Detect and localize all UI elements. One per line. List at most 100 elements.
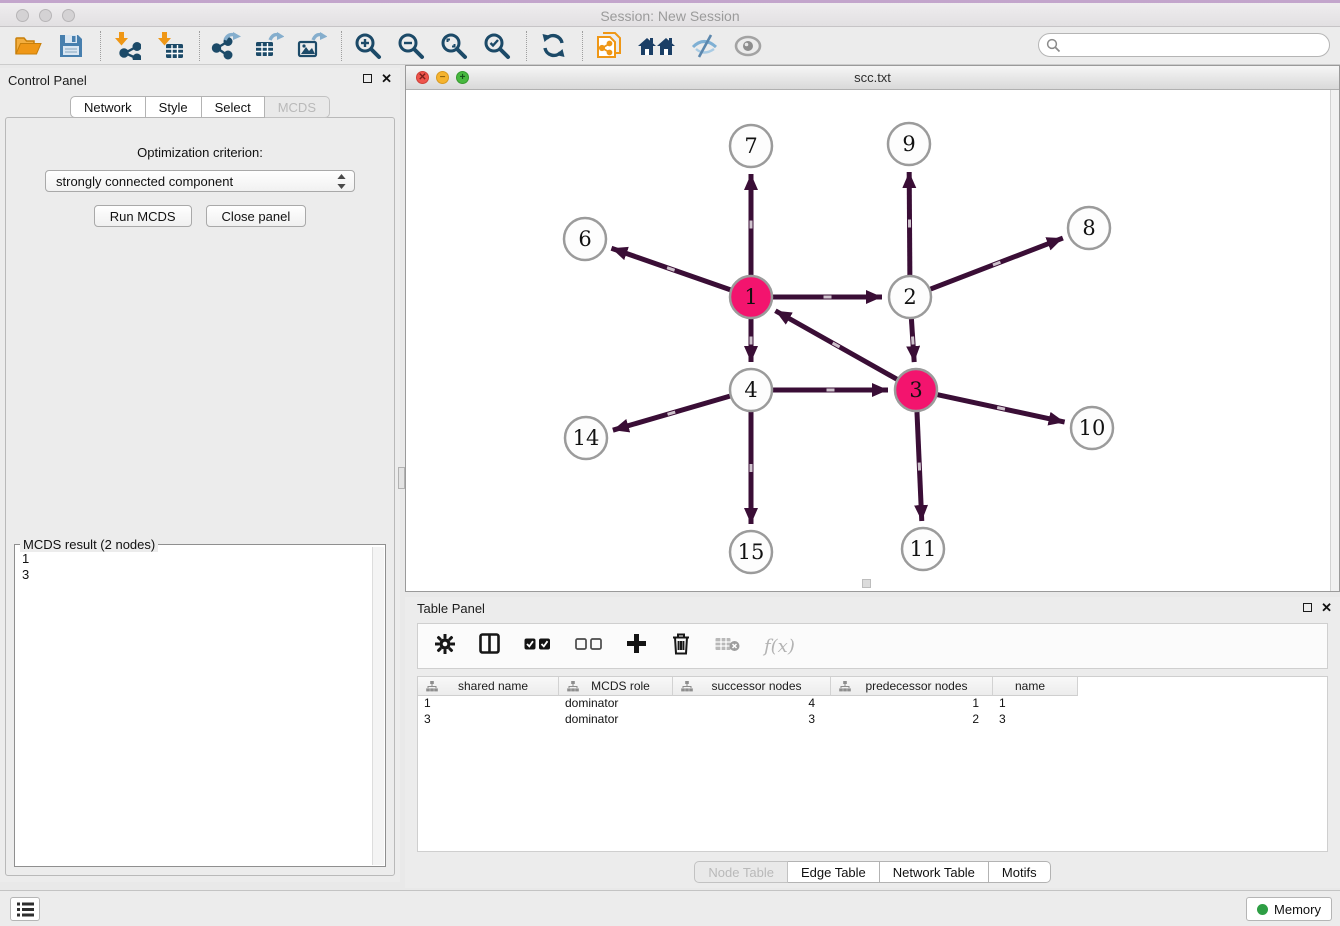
- column-header-shared-name[interactable]: shared name: [418, 677, 559, 696]
- result-line: 3: [22, 567, 371, 583]
- network-window-titlebar[interactable]: ✕ − + scc.txt: [406, 66, 1339, 90]
- tab-style[interactable]: Style: [146, 96, 202, 118]
- search-icon: [1046, 38, 1061, 53]
- column-header-mcds-role[interactable]: MCDS role: [559, 677, 673, 696]
- open-session-icon[interactable]: [12, 30, 44, 62]
- criterion-select[interactable]: strongly connected component: [45, 170, 355, 192]
- search-field[interactable]: [1038, 33, 1330, 57]
- edge-label-mark: [824, 296, 832, 299]
- import-network-icon[interactable]: [111, 30, 143, 62]
- table-cell[interactable]: 3: [993, 712, 1078, 728]
- task-history-button[interactable]: [10, 897, 40, 921]
- status-bar: Memory: [0, 890, 1340, 926]
- table-row[interactable]: 1dominator411: [418, 696, 1327, 712]
- table-cell[interactable]: 3: [673, 712, 831, 728]
- memory-label: Memory: [1274, 902, 1321, 917]
- main-toolbar: [0, 27, 1340, 65]
- graph-node-label: 7: [744, 134, 757, 158]
- app-title: Session: New Session: [0, 8, 1340, 24]
- table-cell[interactable]: dominator: [559, 712, 673, 728]
- column-header-successor-nodes[interactable]: successor nodes: [673, 677, 831, 696]
- network-graph: 7968124314101511: [406, 90, 1339, 592]
- close-panel-icon[interactable]: ✕: [381, 74, 392, 83]
- table-cell[interactable]: 3: [418, 712, 559, 728]
- delete-column-icon[interactable]: [671, 632, 691, 660]
- table-row[interactable]: 3dominator323: [418, 712, 1327, 728]
- toolbar-separator: [341, 31, 342, 61]
- zoom-out-icon[interactable]: [395, 30, 427, 62]
- zoom-selected-icon[interactable]: [481, 30, 513, 62]
- graph-node-label: 15: [738, 540, 765, 564]
- tab-node-table[interactable]: Node Table: [694, 861, 788, 883]
- tab-network[interactable]: Network: [70, 96, 146, 118]
- table-body: 1dominator4113dominator323: [418, 696, 1327, 728]
- graph-node-label: 6: [578, 227, 591, 251]
- import-table-icon[interactable]: [154, 30, 186, 62]
- table-columns-icon[interactable]: [479, 633, 500, 659]
- run-mcds-button[interactable]: Run MCDS: [94, 205, 192, 227]
- export-network-icon[interactable]: [210, 30, 242, 62]
- network-view-window: ✕ − + scc.txt 7968124314101511: [405, 65, 1340, 592]
- refresh-icon[interactable]: [537, 30, 569, 62]
- toolbar-separator: [199, 31, 200, 61]
- table-cell[interactable]: 2: [831, 712, 993, 728]
- add-column-icon[interactable]: [626, 633, 647, 659]
- zoom-fit-icon[interactable]: [438, 30, 470, 62]
- result-scrollbar[interactable]: [372, 547, 384, 865]
- graph-node-label: 1: [744, 285, 757, 309]
- table-tabs: Node TableEdge TableNetwork TableMotifs: [405, 861, 1340, 883]
- table-cell[interactable]: dominator: [559, 696, 673, 712]
- memory-button[interactable]: Memory: [1246, 897, 1332, 921]
- select-chevrons-icon: [337, 174, 346, 189]
- tab-network-table[interactable]: Network Table: [880, 861, 989, 883]
- toolbar-separator: [582, 31, 583, 61]
- edge-label-mark: [908, 219, 911, 227]
- save-session-icon[interactable]: [55, 30, 87, 62]
- close-panel-button[interactable]: Close panel: [206, 205, 307, 227]
- list-icon: [17, 902, 34, 917]
- tab-mcds[interactable]: MCDS: [265, 96, 330, 118]
- toolbar-separator: [100, 31, 101, 61]
- graph-node-label: 9: [902, 132, 915, 156]
- table-cell[interactable]: 1: [831, 696, 993, 712]
- table-cell[interactable]: 4: [673, 696, 831, 712]
- tab-edge-table[interactable]: Edge Table: [788, 861, 880, 883]
- zoom-in-icon[interactable]: [352, 30, 384, 62]
- canvas-vertical-scrollbar[interactable]: [1330, 90, 1339, 591]
- graph-node-label: 14: [573, 426, 600, 450]
- network-canvas[interactable]: 7968124314101511: [406, 90, 1339, 591]
- network-window-title: scc.txt: [406, 70, 1339, 85]
- search-input[interactable]: [1061, 36, 1329, 54]
- export-image-icon[interactable]: [296, 30, 328, 62]
- table-cell[interactable]: 1: [993, 696, 1078, 712]
- column-header-name[interactable]: name: [993, 677, 1078, 696]
- graph-node-label: 8: [1082, 216, 1095, 240]
- export-table-icon[interactable]: [253, 30, 285, 62]
- table-settings-icon[interactable]: [435, 634, 455, 659]
- column-header-predecessor-nodes[interactable]: predecessor nodes: [831, 677, 993, 696]
- hide-selected-eye-icon[interactable]: [689, 30, 721, 62]
- deselect-all-icon[interactable]: [575, 637, 602, 655]
- table-header-row: shared nameMCDS rolesuccessor nodesprede…: [418, 677, 1327, 696]
- table-cell[interactable]: 1: [418, 696, 559, 712]
- mcds-result-group: MCDS result (2 nodes) 13: [14, 544, 386, 867]
- float-table-panel-icon[interactable]: [1303, 603, 1312, 612]
- tab-select[interactable]: Select: [202, 96, 265, 118]
- control-panel-title: Control Panel: [8, 73, 87, 88]
- graph-node-label: 3: [909, 378, 922, 402]
- show-selected-eye-icon: [732, 30, 764, 62]
- graph-node-label: 2: [903, 285, 916, 309]
- close-table-panel-icon[interactable]: ✕: [1321, 603, 1332, 612]
- delete-table-icon: [715, 636, 740, 657]
- mcds-result-list[interactable]: 13: [15, 548, 371, 866]
- panel-divider-handle[interactable]: [398, 467, 405, 489]
- table-panel-title: Table Panel: [417, 601, 485, 616]
- select-all-icon[interactable]: [524, 637, 551, 655]
- result-line: 1: [22, 551, 371, 567]
- show-all-networks-icon[interactable]: [636, 30, 678, 62]
- canvas-scroll-grip[interactable]: [862, 579, 871, 588]
- duplicate-network-icon[interactable]: [593, 30, 625, 62]
- tab-motifs[interactable]: Motifs: [989, 861, 1051, 883]
- float-panel-icon[interactable]: [363, 74, 372, 83]
- table-toolbar: f(x): [417, 623, 1328, 669]
